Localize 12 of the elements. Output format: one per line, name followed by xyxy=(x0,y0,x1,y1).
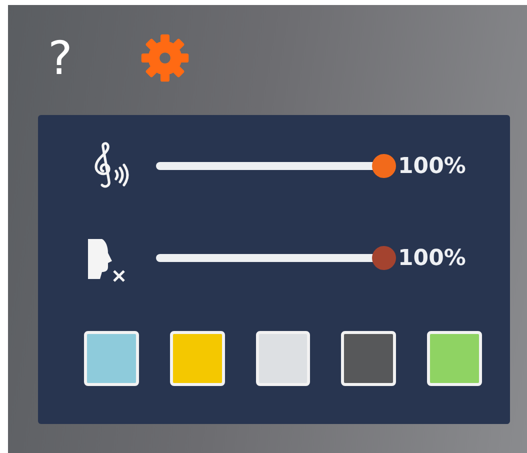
slider[interactable] xyxy=(156,154,396,178)
slider-thumb[interactable] xyxy=(372,246,396,270)
color-swatch[interactable] xyxy=(341,331,396,386)
slider[interactable] xyxy=(156,246,396,270)
percent-reading: 100% xyxy=(398,246,466,270)
color-swatch[interactable] xyxy=(170,331,225,386)
color-swatch[interactable] xyxy=(256,331,310,386)
color-swatch[interactable] xyxy=(427,331,482,386)
percent-reading: 100% xyxy=(398,154,466,178)
color-swatch[interactable] xyxy=(84,331,139,386)
slider-thumb[interactable] xyxy=(372,154,396,178)
help-icon[interactable]: ? xyxy=(48,35,72,81)
